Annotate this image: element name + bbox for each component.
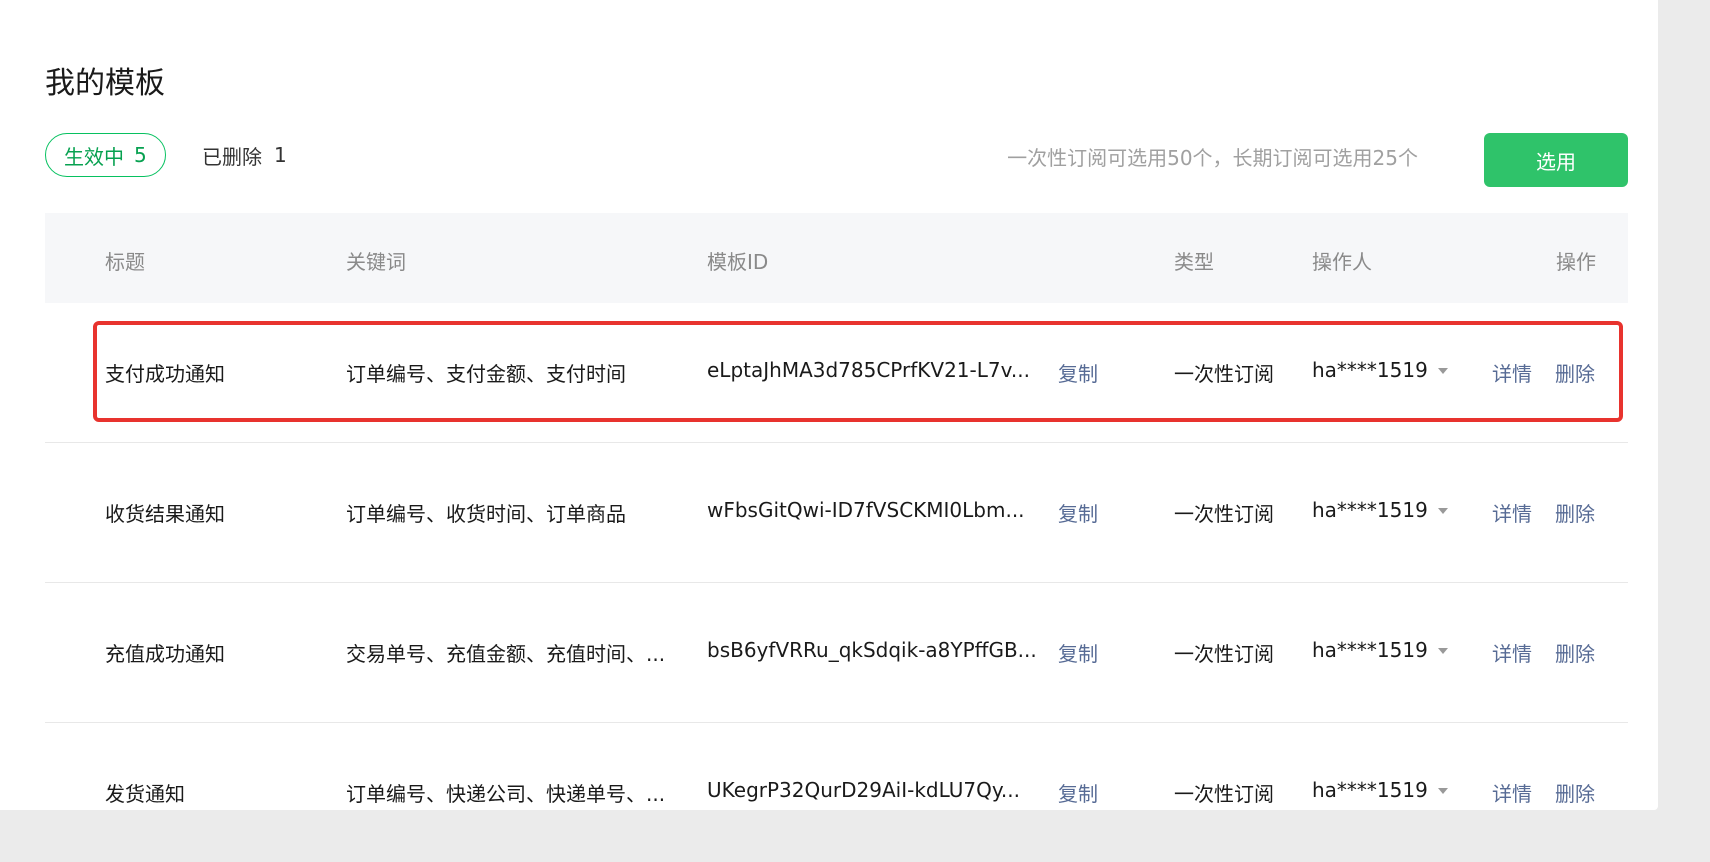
header-title: 标题 <box>105 250 145 274</box>
header-type: 类型 <box>1174 250 1214 274</box>
row-template-id: eLptaJhMA3d785CPrfKV21-L7v... <box>707 358 1030 382</box>
row-title: 充值成功通知 <box>105 642 225 666</box>
detail-link[interactable]: 详情 <box>1492 638 1532 667</box>
operator-name: ha****1519 <box>1312 358 1428 382</box>
table-row: 收货结果通知 订单编号、收货时间、订单商品 wFbsGitQwi-ID7fVSC… <box>45 443 1628 583</box>
chevron-down-icon <box>1437 368 1448 374</box>
detail-link[interactable]: 详情 <box>1492 778 1532 807</box>
delete-link[interactable]: 删除 <box>1555 778 1595 807</box>
table-row: 充值成功通知 交易单号、充值金额、充值时间、... bsB6yfVRRu_qkS… <box>45 583 1628 723</box>
template-table: 标题 关键词 模板ID 类型 操作人 操作 支付成功通知 订单编号、支付金额、支… <box>45 213 1628 862</box>
header-operator: 操作人 <box>1312 250 1372 274</box>
operator-name: ha****1519 <box>1312 778 1428 802</box>
delete-link[interactable]: 删除 <box>1555 498 1595 527</box>
tab-deleted-count: 1 <box>274 143 287 167</box>
row-type: 一次性订阅 <box>1174 642 1274 666</box>
copy-link[interactable]: 复制 <box>1058 498 1098 527</box>
page-scrollbar-track <box>1658 0 1710 810</box>
tab-active[interactable]: 生效中 5 <box>45 133 166 177</box>
row-type: 一次性订阅 <box>1174 362 1274 386</box>
chevron-down-icon <box>1437 788 1448 794</box>
chevron-down-icon <box>1437 648 1448 654</box>
row-template-id: wFbsGitQwi-ID7fVSCKMI0Lbm... <box>707 498 1025 522</box>
row-keywords: 订单编号、收货时间、订单商品 <box>346 502 626 526</box>
detail-link[interactable]: 详情 <box>1492 358 1532 387</box>
tab-active-count: 5 <box>134 143 147 167</box>
chevron-down-icon <box>1437 508 1448 514</box>
tab-deleted-label: 已删除 <box>202 144 262 169</box>
row-keywords: 订单编号、支付金额、支付时间 <box>346 362 626 386</box>
operator-name: ha****1519 <box>1312 638 1428 662</box>
table-header: 标题 关键词 模板ID 类型 操作人 操作 <box>45 213 1628 303</box>
row-title: 支付成功通知 <box>105 362 225 386</box>
header-template-id: 模板ID <box>707 250 769 274</box>
select-template-button[interactable]: 选用 <box>1484 133 1628 187</box>
row-keywords: 交易单号、充值金额、充值时间、... <box>346 642 666 666</box>
tab-deleted[interactable]: 已删除 1 <box>202 133 287 177</box>
row-template-id: UKegrP32QurD29AiI-kdLU7Qy... <box>707 778 1020 802</box>
header-actions: 操作 <box>1556 250 1596 274</box>
operator-dropdown[interactable]: ha****1519 <box>1312 778 1448 802</box>
operator-dropdown[interactable]: ha****1519 <box>1312 498 1448 522</box>
header-keywords: 关键词 <box>346 250 406 274</box>
table-row: 发货通知 订单编号、快递公司、快递单号、... UKegrP32QurD29Ai… <box>45 723 1628 862</box>
row-title: 发货通知 <box>105 782 185 806</box>
operator-dropdown[interactable]: ha****1519 <box>1312 358 1448 382</box>
quota-note: 一次性订阅可选用50个，长期订阅可选用25个 <box>1007 146 1418 170</box>
row-type: 一次性订阅 <box>1174 502 1274 526</box>
row-title: 收货结果通知 <box>105 502 225 526</box>
operator-dropdown[interactable]: ha****1519 <box>1312 638 1448 662</box>
row-type: 一次性订阅 <box>1174 782 1274 806</box>
copy-link[interactable]: 复制 <box>1058 778 1098 807</box>
table-row: 支付成功通知 订单编号、支付金额、支付时间 eLptaJhMA3d785CPrf… <box>45 303 1628 443</box>
delete-link[interactable]: 删除 <box>1555 358 1595 387</box>
page-title: 我的模板 <box>45 66 165 101</box>
main-panel: 我的模板 生效中 5 已删除 1 一次性订阅可选用50个，长期订阅可选用25个 … <box>0 0 1658 810</box>
row-keywords: 订单编号、快递公司、快递单号、... <box>346 782 666 806</box>
operator-name: ha****1519 <box>1312 498 1428 522</box>
copy-link[interactable]: 复制 <box>1058 638 1098 667</box>
tab-active-label: 生效中 <box>64 144 124 169</box>
detail-link[interactable]: 详情 <box>1492 498 1532 527</box>
copy-link[interactable]: 复制 <box>1058 358 1098 387</box>
delete-link[interactable]: 删除 <box>1555 638 1595 667</box>
row-template-id: bsB6yfVRRu_qkSdqik-a8YPffGB... <box>707 638 1037 662</box>
